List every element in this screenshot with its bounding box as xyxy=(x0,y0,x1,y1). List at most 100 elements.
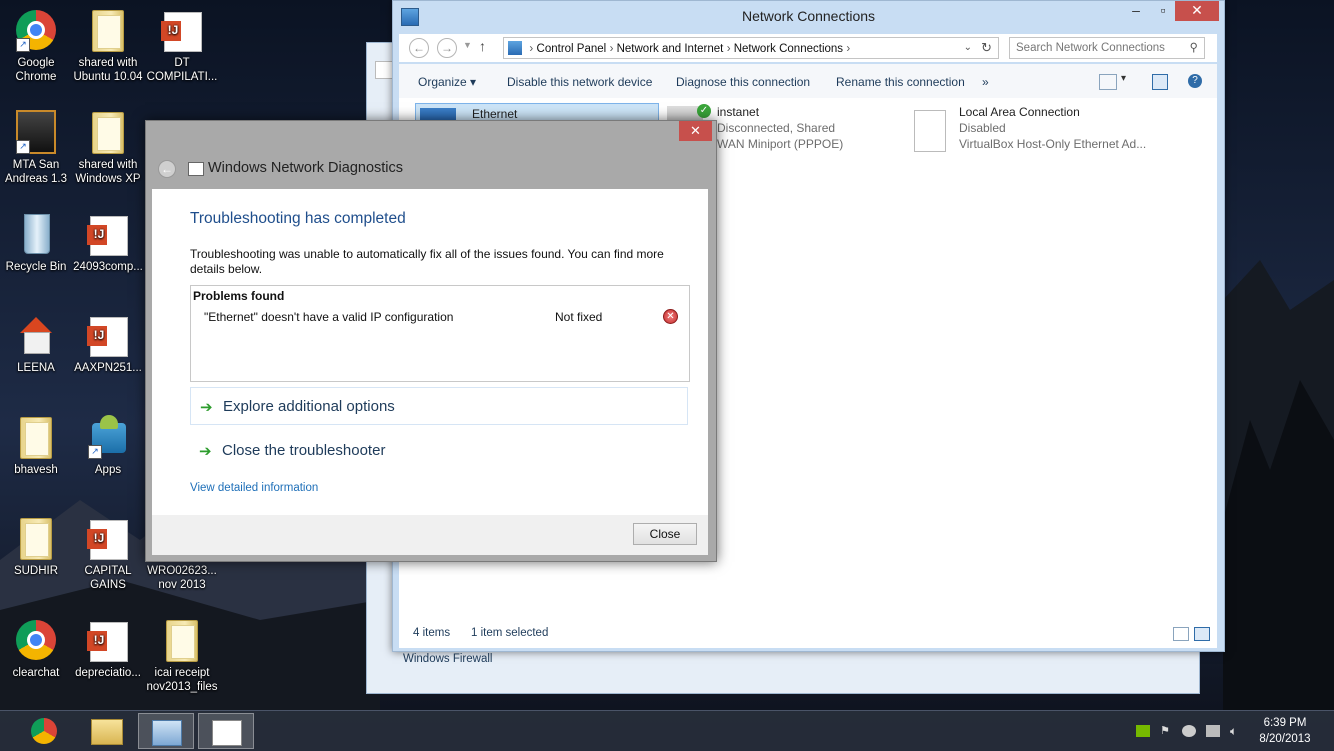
dialog-close-button[interactable]: ✕ xyxy=(679,121,712,141)
connection-name: Local Area Connection xyxy=(959,105,1080,119)
more-commands-button[interactable]: » xyxy=(982,75,989,89)
desktop-icon-shared-ubuntu[interactable]: shared with Ubuntu 10.04 xyxy=(72,8,144,84)
desktop-icon-capital-gains[interactable]: CAPITAL GAINS xyxy=(72,516,144,592)
clock-time: 6:39 PM xyxy=(1263,717,1307,729)
explore-options-button[interactable]: ➔ Explore additional options xyxy=(190,387,688,425)
windows-firewall-link[interactable]: Windows Firewall xyxy=(403,653,492,665)
connection-name: instanet xyxy=(717,105,760,119)
desktop-icon-label: SUDHIR xyxy=(13,565,59,577)
desktop-icon-label: LEENA xyxy=(17,362,55,374)
taskbar-explorer-button[interactable] xyxy=(78,713,134,749)
desktop-icon-mta-san-andreas[interactable]: ↗ MTA San Andreas 1.3 xyxy=(0,110,72,186)
desktop-icon-label: icai receipt nov2013_files xyxy=(146,667,218,693)
document-icon xyxy=(87,520,128,560)
organize-menu[interactable]: Organize ▾ xyxy=(418,75,476,89)
control-panel-icon xyxy=(152,720,182,746)
maximize-button[interactable]: ▫ xyxy=(1151,1,1175,21)
connection-device: VirtualBox Host-Only Ethernet Ad... xyxy=(959,137,1147,151)
close-button[interactable]: Close xyxy=(633,523,697,545)
search-placeholder: Search Network Connections xyxy=(1016,42,1165,54)
details-view-icon[interactable] xyxy=(1173,627,1189,641)
desktop-icon-bhavesh[interactable]: bhavesh xyxy=(0,415,72,477)
document-icon xyxy=(87,216,128,256)
recycle-bin-icon xyxy=(24,214,50,254)
desktop-icon-label: Apps xyxy=(94,464,122,476)
item-count: 4 items xyxy=(413,627,451,639)
option-label: Close the troubleshooter xyxy=(222,442,386,459)
breadcrumb-network-and-internet[interactable]: Network and Internet xyxy=(617,43,724,55)
option-label: Explore additional options xyxy=(223,398,395,415)
desktop-icon-leena[interactable]: LEENA xyxy=(0,313,72,375)
help-icon[interactable]: ? xyxy=(1188,74,1202,88)
desktop-icon-label: shared with Ubuntu 10.04 xyxy=(73,57,143,83)
network-diagnostics-dialog[interactable]: ✕ ← Windows Network Diagnostics Troubles… xyxy=(145,120,717,562)
desktop-icon-shared-windows-xp[interactable]: shared with Windows XP xyxy=(72,110,144,186)
window-icon xyxy=(375,61,393,79)
diagnostics-icon xyxy=(212,720,242,746)
breadcrumb-control-panel[interactable]: Control Panel xyxy=(537,43,607,55)
problem-issue: "Ethernet" doesn't have a valid IP confi… xyxy=(204,310,454,324)
address-bar[interactable]: › Control Panel › Network and Internet ›… xyxy=(503,37,999,59)
desktop-icon-dt-compilation[interactable]: DT COMPILATI... xyxy=(146,8,218,84)
system-clock[interactable]: 6:39 PM 8/20/2013 xyxy=(1250,715,1320,747)
network-adapter-icon xyxy=(914,110,946,152)
view-options-icon[interactable] xyxy=(1099,74,1117,90)
clock-date: 8/20/2013 xyxy=(1259,733,1311,745)
disable-device-button[interactable]: Disable this network device xyxy=(507,75,652,89)
desktop-icon-sudhir[interactable]: SUDHIR xyxy=(0,516,72,578)
address-dropdown-icon[interactable]: ⌄ xyxy=(964,38,972,58)
breadcrumb-network-connections[interactable]: Network Connections xyxy=(734,43,843,55)
window-title: Network Connections xyxy=(741,8,876,24)
view-detailed-info-link[interactable]: View detailed information xyxy=(190,482,318,494)
desktop-icon-apps[interactable]: ↗ Apps xyxy=(72,415,144,477)
view-dropdown-icon[interactable]: ▾ xyxy=(1121,73,1126,84)
dialog-heading: Troubleshooting has completed xyxy=(190,210,406,227)
close-button[interactable]: ✕ xyxy=(1175,1,1219,21)
notification-flag-icon[interactable]: ⚑ xyxy=(1160,725,1174,737)
problems-header: Problems found xyxy=(193,289,285,303)
taskbar: ⚑ 🔈︎ 6:39 PM 8/20/2013 xyxy=(0,710,1334,751)
recent-locations-button[interactable]: ▼ xyxy=(463,40,472,50)
desktop-icon-label: depreciatio... xyxy=(75,667,141,679)
taskbar-chrome-button[interactable] xyxy=(16,713,72,749)
nvidia-tray-icon[interactable] xyxy=(1136,725,1150,737)
desktop-icon-aaxpn251[interactable]: AAXPN251... xyxy=(72,313,144,375)
connection-item-local-area[interactable]: Local Area Connection Disabled VirtualBo… xyxy=(914,104,1204,164)
forward-button[interactable]: → xyxy=(437,38,457,58)
rename-connection-button[interactable]: Rename this connection xyxy=(836,75,965,89)
back-button[interactable]: ← xyxy=(409,38,429,58)
taskbar-diagnostics-button[interactable] xyxy=(198,713,254,749)
desktop-icon-label: Recycle Bin xyxy=(5,261,67,273)
folder-icon xyxy=(166,620,198,662)
desktop-icon-label: AAXPN251... xyxy=(74,362,142,374)
green-arrow-icon: ➔ xyxy=(200,399,213,416)
desktop-icon-icai-receipt[interactable]: icai receipt nov2013_files xyxy=(146,618,218,694)
taskbar-network-connections-button[interactable] xyxy=(138,713,194,749)
desktop-icon-label: 24093comp... xyxy=(73,261,143,273)
refresh-icon[interactable]: ↻ xyxy=(981,38,992,58)
error-icon: ✕ xyxy=(663,309,678,324)
connection-device: WAN Miniport (PPPOE) xyxy=(717,137,844,151)
check-icon: ✓ xyxy=(697,104,711,118)
back-arrow-icon[interactable]: ← xyxy=(158,160,176,178)
desktop-icon-label: Google Chrome xyxy=(15,57,57,83)
desktop-icon-depreciation[interactable]: depreciatio... xyxy=(72,618,144,680)
close-troubleshooter-button[interactable]: ➔ Close the troubleshooter xyxy=(190,432,688,470)
desktop-icon-label: bhavesh xyxy=(14,464,58,476)
tray-app-icon[interactable] xyxy=(1182,725,1196,737)
desktop-icon-recycle-bin[interactable]: Recycle Bin xyxy=(0,212,72,274)
desktop-icon-24093comp[interactable]: 24093comp... xyxy=(72,212,144,274)
network-tray-icon[interactable] xyxy=(1206,725,1220,737)
desktop-icon-label: CAPITAL GAINS xyxy=(84,565,132,591)
command-bar: Organize ▾ Disable this network device D… xyxy=(399,64,1217,99)
tiles-view-icon[interactable] xyxy=(1194,627,1210,641)
up-button[interactable]: ↑ xyxy=(479,38,486,54)
diagnose-connection-button[interactable]: Diagnose this connection xyxy=(676,75,810,89)
preview-pane-icon[interactable] xyxy=(1152,74,1168,90)
volume-icon[interactable]: 🔈︎ xyxy=(1230,725,1244,737)
desktop-icon-google-chrome[interactable]: ↗ Google Chrome xyxy=(0,8,72,84)
desktop-icon-clearchat[interactable]: clearchat xyxy=(0,618,72,680)
minimize-button[interactable]: – xyxy=(1121,1,1151,21)
problems-panel: Problems found "Ethernet" doesn't have a… xyxy=(190,285,690,382)
search-input[interactable]: Search Network Connections ⚲ xyxy=(1009,37,1205,59)
